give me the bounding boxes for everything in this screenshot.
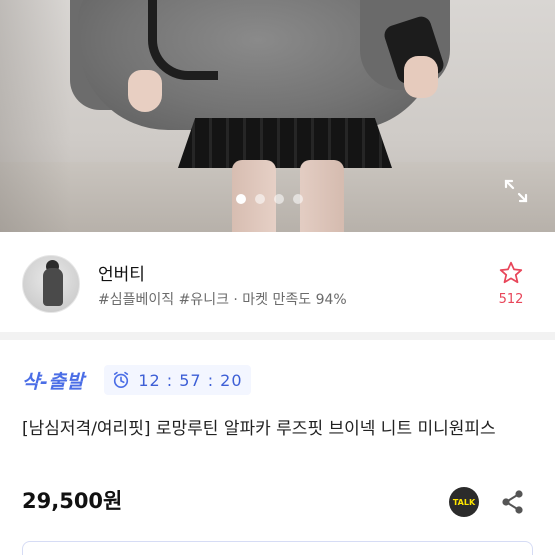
leg-right xyxy=(300,160,344,232)
hand-right xyxy=(404,56,438,98)
like-count: 512 xyxy=(498,292,524,307)
pagination-dot[interactable] xyxy=(255,194,265,204)
clock-icon xyxy=(114,371,129,389)
shipping-timer: 12 : 57 : 20 xyxy=(104,365,251,395)
timer-countdown: 12 : 57 : 20 xyxy=(138,370,243,390)
product-price: 29,500원 xyxy=(22,489,123,513)
seller-name[interactable]: 언버티 xyxy=(98,260,145,285)
talk-button[interactable]: TALK xyxy=(449,487,479,517)
seller-avatar[interactable] xyxy=(22,255,80,313)
bag-strap xyxy=(148,0,218,80)
seller-tags: #심플베이직 #유니크 · 마켓 만족도 94% xyxy=(98,292,347,308)
hand-left xyxy=(128,70,162,112)
image-shadow xyxy=(0,0,70,232)
product-image[interactable] xyxy=(0,0,555,232)
like-button[interactable]: 512 xyxy=(495,260,527,307)
seller-info[interactable]: 언버티 #심플베이직 #유니크 · 마켓 만족도 94% 512 xyxy=(0,232,555,332)
pagination-dot[interactable] xyxy=(274,194,284,204)
avatar-figure xyxy=(43,268,63,306)
expand-icon[interactable] xyxy=(503,178,529,204)
image-pagination xyxy=(236,194,303,204)
shipping-row: 샥-출발 12 : 57 : 20 xyxy=(22,365,251,395)
section-divider xyxy=(0,332,555,340)
purchase-button[interactable] xyxy=(22,541,533,555)
pleated-skirt xyxy=(178,118,392,168)
star-icon xyxy=(499,261,523,284)
product-title: [남심저격/여리핏] 로망루틴 알파카 루즈핏 브이넥 니트 미니원피스 xyxy=(22,419,496,439)
pagination-dot[interactable] xyxy=(293,194,303,204)
fast-shipping-badge: 샥-출발 xyxy=(22,370,85,393)
talk-icon-label: TALK xyxy=(452,497,476,507)
pagination-dot-active[interactable] xyxy=(236,194,246,204)
share-icon[interactable] xyxy=(500,488,526,516)
